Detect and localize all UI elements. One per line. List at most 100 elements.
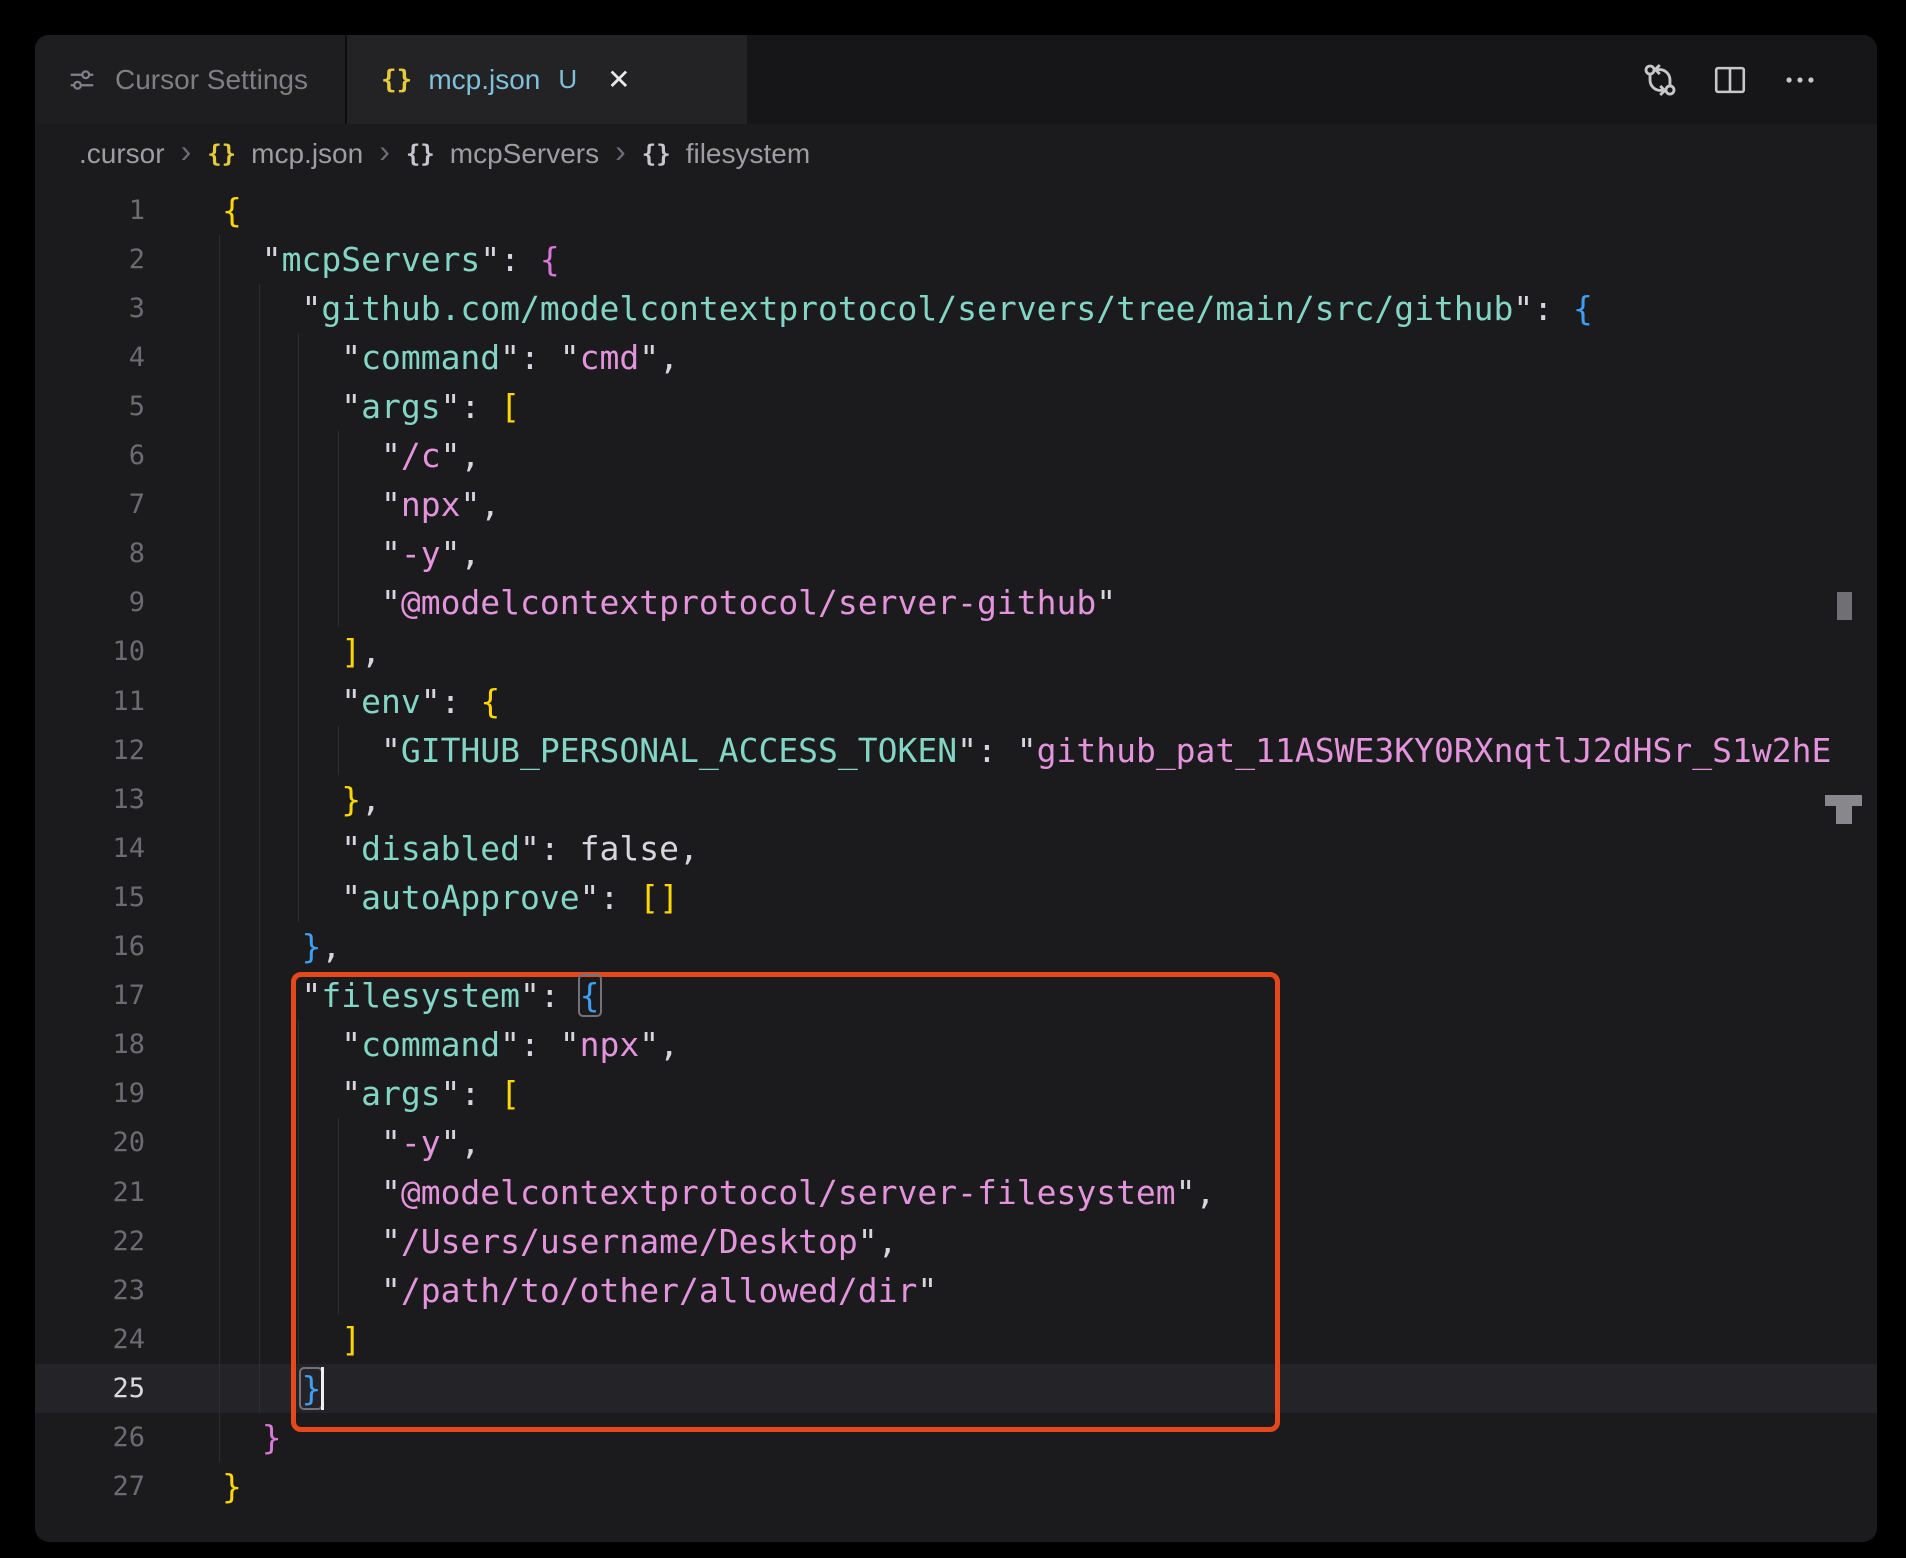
- code-token: ",: [639, 1025, 680, 1065]
- code-token: {: [579, 976, 600, 1016]
- line-number[interactable]: 23: [75, 1266, 145, 1315]
- line-number[interactable]: 5: [75, 382, 145, 431]
- code-token: {: [480, 681, 501, 721]
- code-token: -y: [400, 534, 441, 574]
- line-number[interactable]: 13: [75, 775, 145, 824]
- code-token: ": [380, 1270, 401, 1310]
- line-number[interactable]: 25: [75, 1364, 145, 1413]
- code-token: ": [380, 436, 401, 475]
- line-number[interactable]: 11: [75, 677, 145, 726]
- line-number[interactable]: 17: [75, 971, 145, 1020]
- code-line: }: [222, 1364, 321, 1413]
- code-token: ":: [1513, 288, 1574, 328]
- code-line: "mcpServers": {: [222, 235, 560, 284]
- line-number[interactable]: 19: [75, 1069, 145, 1118]
- line-number[interactable]: 9: [75, 578, 145, 627]
- code-token: }: [341, 779, 362, 819]
- code-token: autoApprove: [361, 877, 580, 917]
- code-line: "autoApprove": []: [222, 873, 679, 922]
- code-line: "/Users/username/Desktop",: [222, 1217, 898, 1266]
- code-token: env: [361, 681, 421, 721]
- line-number[interactable]: 20: [75, 1118, 145, 1167]
- code-token: /path/to/other/allowed/dir: [400, 1270, 918, 1310]
- line-number[interactable]: 8: [75, 529, 145, 578]
- code-line: ],: [222, 627, 381, 676]
- code-token: ]: [341, 1319, 362, 1359]
- overview-ruler-mark: [1836, 806, 1852, 824]
- code-line: "npx",: [222, 480, 500, 529]
- line-number[interactable]: 2: [75, 235, 145, 284]
- line-number[interactable]: 6: [75, 431, 145, 480]
- code-token: }: [301, 927, 322, 966]
- code-line: "command": "npx",: [222, 1020, 679, 1069]
- code-token: ":: [480, 239, 540, 279]
- overview-ruler-mark: [1837, 592, 1852, 620]
- code-token: {: [539, 239, 560, 279]
- code-token: /c: [400, 436, 441, 475]
- desktop-background: { "window": { "tabs": [ { "label": "Curs…: [0, 0, 1906, 1558]
- code-line: "GITHUB_PERSONAL_ACCESS_TOKEN": "github_…: [222, 726, 1831, 775]
- code-token: {: [222, 190, 242, 230]
- code-token: ": ": [957, 730, 1037, 770]
- line-number[interactable]: 27: [75, 1462, 145, 1511]
- code-editor[interactable]: 1{2 "mcpServers": {3 "github.com/modelco…: [35, 35, 1877, 1542]
- indent-guide: [219, 234, 220, 1463]
- code-line: "args": [: [222, 1069, 520, 1118]
- code-line: },: [222, 922, 341, 971]
- line-number[interactable]: 1: [75, 186, 145, 235]
- code-token: [: [500, 1074, 521, 1114]
- line-number[interactable]: 10: [75, 627, 145, 676]
- code-line: "env": {: [222, 677, 500, 726]
- line-number[interactable]: 7: [75, 480, 145, 529]
- line-number[interactable]: 18: [75, 1020, 145, 1069]
- code-token: ",: [440, 534, 481, 574]
- code-token: npx: [400, 485, 461, 525]
- code-token: ": [301, 288, 322, 328]
- code-token: ": [341, 877, 362, 917]
- code-line: "filesystem": {: [222, 971, 600, 1020]
- code-token: }: [301, 1368, 322, 1408]
- code-token: args: [361, 386, 441, 426]
- code-token: ",: [857, 1221, 898, 1261]
- code-token: filesystem: [321, 976, 521, 1016]
- code-token: ": [1096, 583, 1117, 623]
- code-token: command: [361, 337, 501, 377]
- code-token: ": [380, 1221, 401, 1261]
- line-number[interactable]: 26: [75, 1413, 145, 1462]
- line-number[interactable]: 22: [75, 1217, 145, 1266]
- line-number[interactable]: 12: [75, 726, 145, 775]
- code-token: @modelcontextprotocol/server-github: [400, 583, 1097, 623]
- code-line: }: [222, 1462, 242, 1511]
- line-number[interactable]: 3: [75, 284, 145, 333]
- code-token: ",: [460, 485, 501, 525]
- code-token: ": [261, 239, 282, 279]
- code-line: "disabled": false,: [222, 824, 699, 873]
- code-token: {: [1573, 288, 1593, 328]
- code-token: ": [301, 976, 322, 1016]
- code-token: ":: [420, 681, 481, 721]
- line-number[interactable]: 24: [75, 1315, 145, 1364]
- line-number[interactable]: 14: [75, 824, 145, 873]
- line-number[interactable]: 4: [75, 333, 145, 382]
- line-number[interactable]: 15: [75, 873, 145, 922]
- line-number[interactable]: 16: [75, 922, 145, 971]
- code-token: ": [380, 534, 401, 574]
- code-token: ",: [440, 1123, 481, 1163]
- code-token: ]: [341, 632, 362, 672]
- line-number[interactable]: 21: [75, 1168, 145, 1217]
- code-token: ": ": [500, 337, 580, 377]
